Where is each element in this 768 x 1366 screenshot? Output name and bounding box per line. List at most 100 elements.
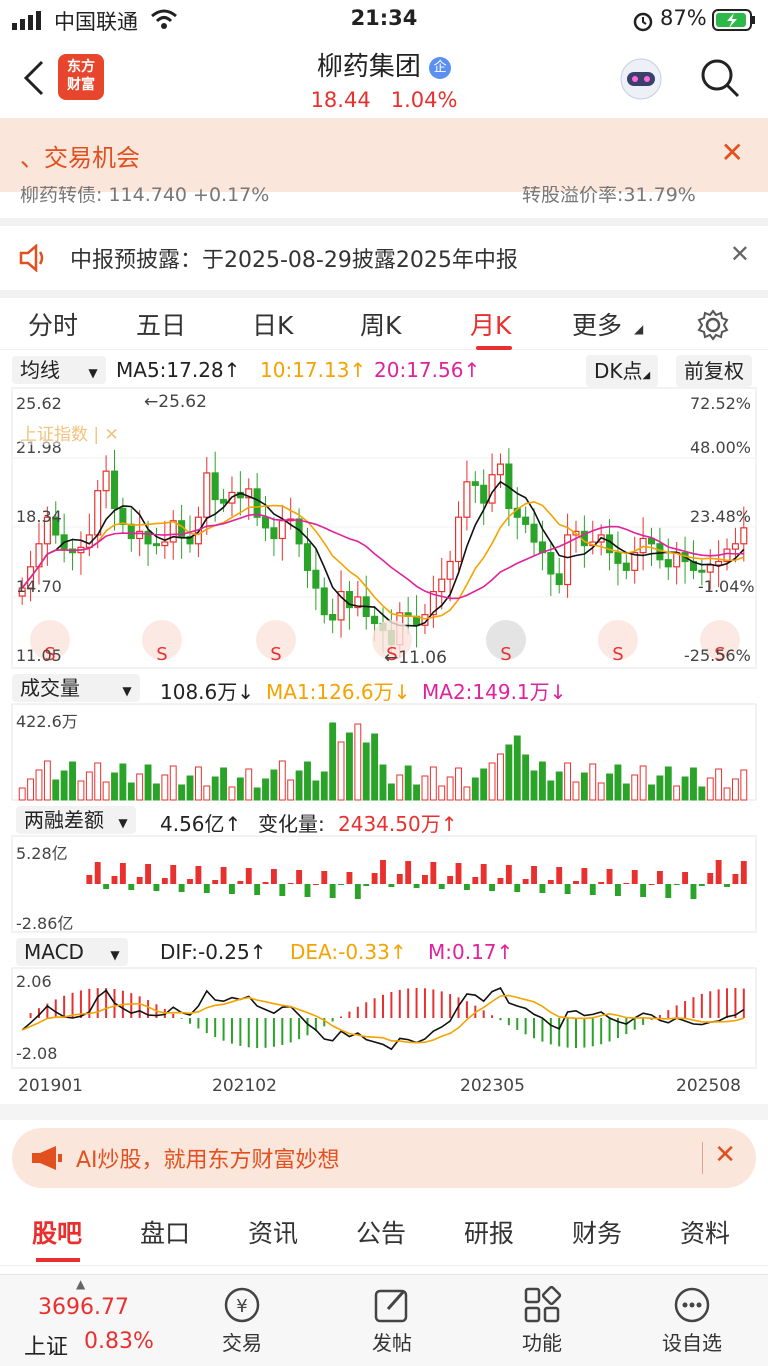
- margin-bar: [556, 867, 563, 884]
- volume-bar: [186, 775, 194, 801]
- tab-research[interactable]: 研报: [464, 1214, 514, 1250]
- pct-axis-label-4: -1.04%: [698, 577, 755, 596]
- margin-bar: [229, 884, 235, 894]
- margin-bar: [170, 865, 177, 884]
- nav-add-watchlist[interactable]: 设自选: [642, 1327, 742, 1356]
- expand-up-icon[interactable]: ▲: [76, 1277, 85, 1291]
- indicator-selector-margin[interactable]: 两融差额 ▼: [16, 806, 136, 834]
- tab-profile[interactable]: 资料: [680, 1214, 730, 1250]
- volume-bar: [715, 768, 723, 801]
- index-name[interactable]: 上证: [24, 1329, 68, 1361]
- margin-bar: [631, 870, 638, 884]
- volume-bar: [136, 773, 144, 801]
- volume-bar: [740, 769, 748, 801]
- indicator-selector-macd[interactable]: MACD ▼: [16, 938, 128, 966]
- candle-body: [220, 498, 228, 504]
- candle-body: [698, 569, 706, 573]
- volume-ma1: MA1:126.6万↓: [266, 680, 411, 704]
- volume-bar: [656, 775, 664, 801]
- margin-bar: [615, 884, 621, 896]
- tab-forum[interactable]: 股吧: [32, 1214, 82, 1250]
- volume-bar: [178, 784, 186, 801]
- candle-body: [656, 543, 664, 561]
- index-overlay-tag[interactable]: 上证指数 | ✕: [20, 420, 119, 445]
- margin-bar: [514, 884, 521, 892]
- volume-bar: [723, 787, 731, 801]
- pct-axis-label-top: 72.52%: [690, 394, 752, 413]
- margin-bar: [237, 881, 244, 884]
- volume-bar: [236, 777, 244, 801]
- margin-bar: [388, 884, 395, 887]
- volume-bar: [547, 780, 555, 801]
- indicator-selector-volume[interactable]: 成交量 ▼: [12, 674, 140, 702]
- volume-bar: [220, 767, 228, 801]
- dropdown-arrow-icon: ▼: [118, 816, 128, 830]
- margin-bar: [363, 884, 370, 886]
- pct-axis-label-3: 23.48%: [690, 507, 752, 526]
- volume-bar: [589, 763, 597, 801]
- volume-bar: [52, 779, 60, 801]
- volume-bar: [471, 777, 479, 801]
- candle-body: [438, 578, 446, 593]
- margin-bar: [665, 884, 672, 898]
- volume-bar: [228, 786, 236, 801]
- compose-post-icon[interactable]: [372, 1285, 412, 1325]
- tab-financials[interactable]: 财务: [572, 1214, 622, 1250]
- nav-features[interactable]: 功能: [492, 1327, 592, 1356]
- volume-bar: [614, 764, 622, 801]
- margin-bar: [128, 884, 135, 890]
- candle-body: [152, 543, 160, 547]
- volume-bar: [194, 766, 202, 801]
- volume-bar: [387, 783, 395, 801]
- candle-body: [203, 472, 211, 518]
- more-dots-icon[interactable]: [672, 1285, 712, 1325]
- features-grid-icon[interactable]: [522, 1285, 562, 1325]
- volume-bar: [648, 784, 655, 801]
- volume-bar: [304, 761, 311, 801]
- volume-bar: [530, 770, 538, 801]
- candle-body: [161, 541, 169, 547]
- margin-bar: [690, 884, 697, 899]
- volume-bar: [169, 765, 177, 801]
- volume-bar: [354, 723, 362, 801]
- tab-order-book[interactable]: 盘口: [140, 1214, 190, 1250]
- margin-bar: [707, 873, 714, 884]
- tab-announcements[interactable]: 公告: [356, 1214, 406, 1250]
- volume-bar: [455, 767, 462, 801]
- margin-bar: [304, 884, 311, 897]
- volume-bar: [631, 774, 639, 801]
- trade-icon[interactable]: ¥: [222, 1285, 262, 1325]
- candle-body: [731, 543, 739, 550]
- content-tabs: 股吧 盘口 资讯 公告 研报 财务 资料: [0, 1200, 768, 1266]
- margin-bar: [472, 877, 479, 884]
- volume-bar: [94, 762, 102, 801]
- candle-body: [320, 587, 328, 616]
- index-value[interactable]: 3696.77: [38, 1295, 129, 1320]
- margin-bar: [682, 872, 689, 884]
- index-change[interactable]: 0.83%: [84, 1329, 154, 1354]
- candle-body: [169, 520, 177, 543]
- active-tab-indicator: [36, 1258, 80, 1262]
- candle-body: [127, 523, 135, 540]
- x-axis-label-1: 201901: [18, 1076, 83, 1096]
- margin-bar: [94, 862, 101, 884]
- nav-post[interactable]: 发帖: [342, 1327, 442, 1356]
- nav-trade[interactable]: 交易: [192, 1327, 292, 1356]
- macd-axis-top: 2.06: [16, 972, 52, 991]
- signal-marker-label: S: [156, 644, 167, 665]
- volume-bar: [379, 764, 387, 801]
- ai-promo-banner[interactable]: AI炒股，就用东方财富妙想 ✕: [12, 1128, 756, 1188]
- dropdown-arrow-icon: ▼: [110, 948, 120, 962]
- margin-bar: [380, 860, 386, 884]
- signal-marker-label: S: [612, 644, 623, 665]
- signal-marker-label: S: [270, 644, 281, 665]
- tab-news[interactable]: 资讯: [248, 1214, 298, 1250]
- volume-bar: [463, 786, 471, 801]
- margin-bar: [187, 879, 193, 884]
- candle-body: [463, 481, 471, 518]
- volume-bar: [706, 777, 714, 801]
- ai-banner-close-icon[interactable]: ✕: [714, 1140, 736, 1170]
- margin-bar: [581, 868, 588, 884]
- margin-bar: [724, 884, 730, 887]
- volume-bar: [161, 774, 169, 801]
